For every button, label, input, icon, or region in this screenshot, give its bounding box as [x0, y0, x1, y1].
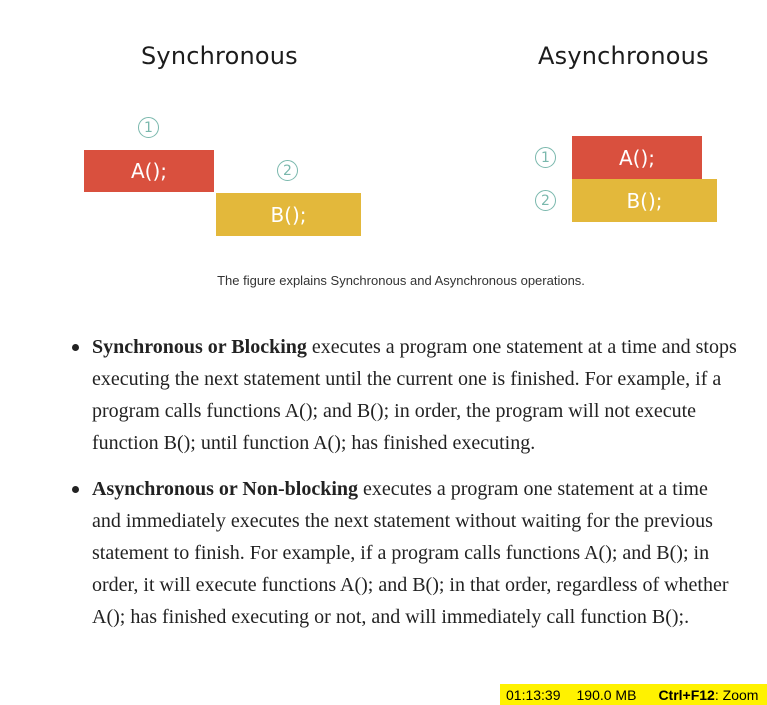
sync-title: Synchronous — [141, 42, 298, 70]
bullet-dot — [72, 344, 79, 351]
sync-block-a: A(); — [84, 150, 214, 192]
async-step-2-marker: 2 — [535, 190, 556, 211]
async-title: Asynchronous — [538, 42, 709, 70]
async-block-b: B(); — [572, 179, 717, 222]
term-synchronous: Synchronous or Blocking — [92, 336, 307, 358]
definition-asynchronous: executes a program one statement at a ti… — [92, 478, 729, 628]
figure-caption: The figure explains Synchronous and Asyn… — [217, 273, 585, 288]
sync-async-figure: Synchronous Asynchronous 1 A(); 2 B(); 1… — [0, 0, 767, 300]
sync-step-2-marker: 2 — [277, 160, 298, 181]
status-time: 01:13:39 — [506, 686, 561, 703]
sync-step-1-marker: 1 — [138, 117, 159, 138]
term-asynchronous: Asynchronous or Non-blocking — [92, 478, 358, 500]
status-bar: 01:13:39 190.0 MB Ctrl+F12: Zoom — [500, 684, 767, 705]
list-item: Asynchronous or Non-blocking executes a … — [0, 473, 767, 633]
list-item: Synchronous or Blocking executes a progr… — [0, 331, 767, 459]
status-memory: 190.0 MB — [576, 686, 637, 703]
bullet-dot — [72, 486, 79, 493]
zoom-shortcut[interactable]: Ctrl+F12 — [658, 687, 714, 703]
async-step-1-marker: 1 — [535, 147, 556, 168]
sync-block-b: B(); — [216, 193, 361, 236]
async-block-a: A(); — [572, 136, 702, 179]
definition-list: Synchronous or Blocking executes a progr… — [0, 331, 767, 647]
zoom-action-label: : Zoom — [714, 686, 759, 703]
